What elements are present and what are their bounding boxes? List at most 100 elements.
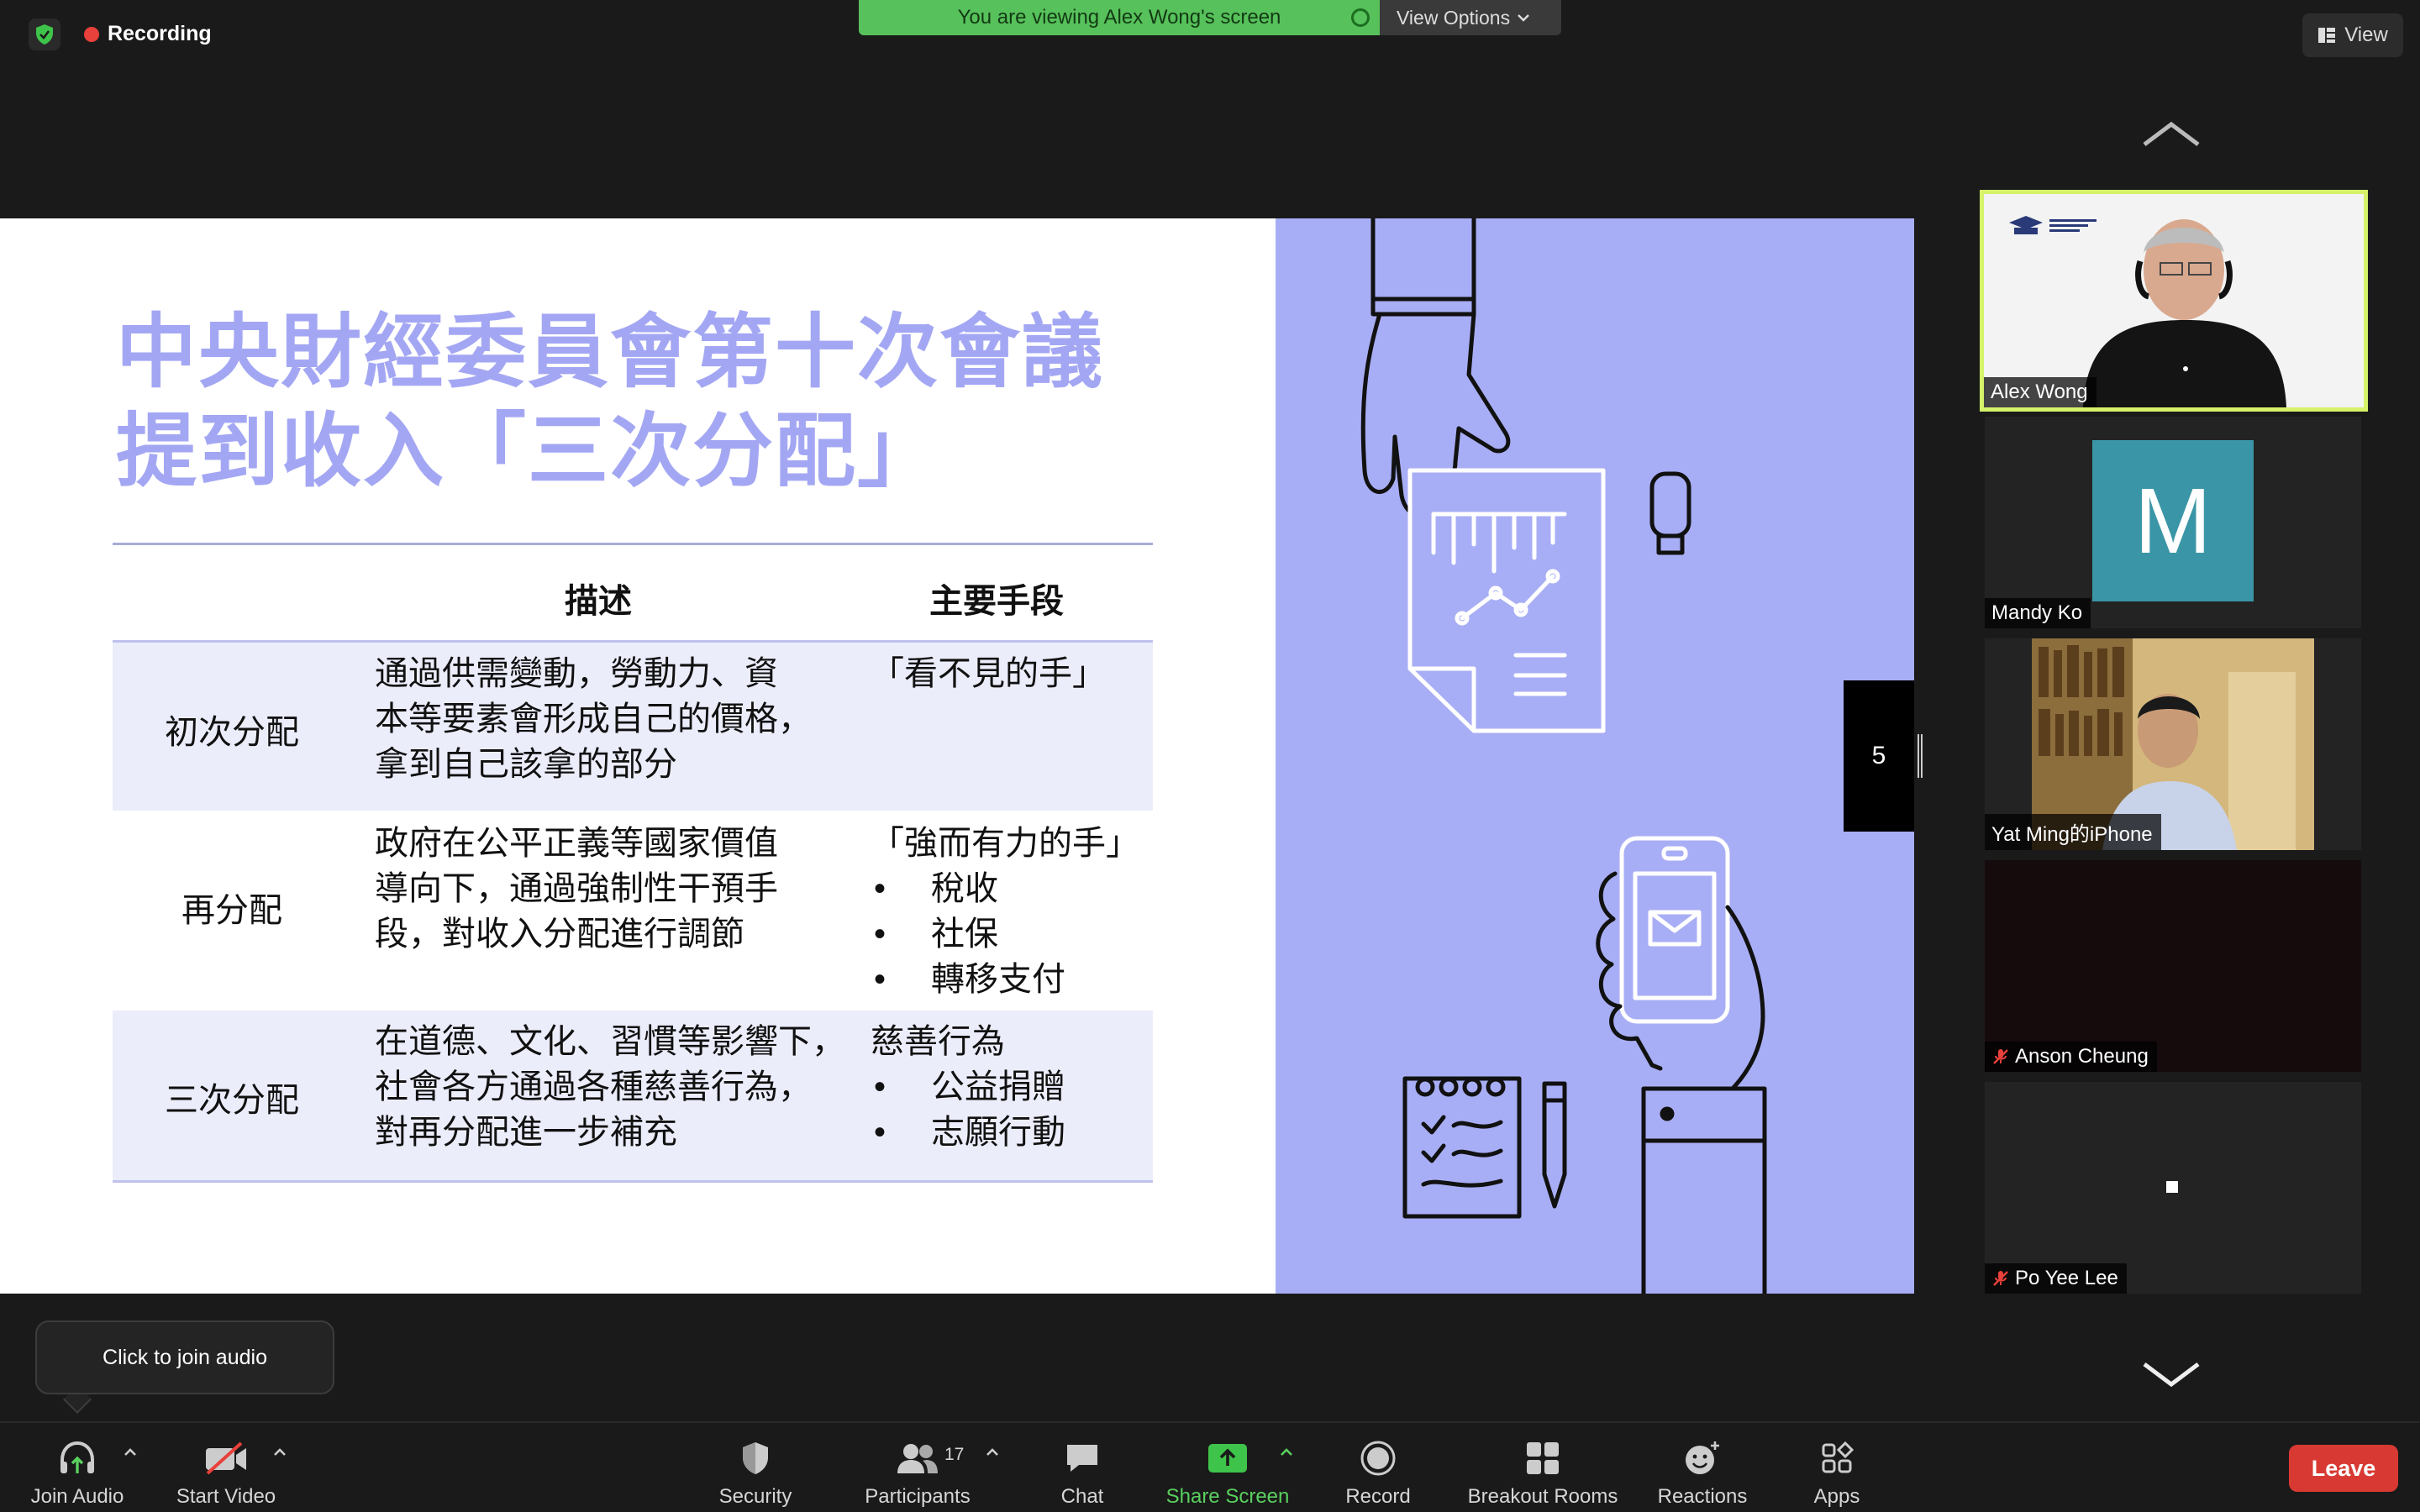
view-layout-button[interactable]: View (2302, 13, 2403, 57)
viewing-banner-text: You are viewing Alex Wong's screen (957, 6, 1281, 29)
means-bullet: • 志願行動 (871, 1110, 1156, 1155)
row-means: 「看不見的手」 (871, 651, 1156, 696)
bullet-text: 公益捐贈 (931, 1068, 1065, 1105)
bullet-mark: • (874, 1114, 886, 1151)
means-bullet: • 社保 (871, 911, 1156, 957)
table-row: 三次分配 在道德、文化、習慣等影響下， 社會各方通過各種慈善行為， 對再分配進一… (113, 1011, 1153, 1180)
share-screen-button[interactable]: Share Screen (1160, 1431, 1296, 1509)
means-title: 「強而有力的手」 (871, 825, 1139, 862)
gallery-resize-handle[interactable] (1918, 734, 1923, 778)
row-label: 再分配 (182, 892, 282, 929)
row-label: 初次分配 (165, 714, 299, 751)
bullet-text: 稅收 (931, 870, 998, 907)
join-audio-button[interactable]: Join Audio (25, 1431, 129, 1509)
participant-name-tag: Yat Ming的iPhone (1985, 814, 2161, 850)
illustration-panel (1276, 218, 1914, 1294)
gallery-scroll-up-icon[interactable] (2141, 118, 2202, 151)
chat-button[interactable]: Chat (1049, 1431, 1116, 1509)
table-row: 初次分配 通過供需變動，勞動力、資 本等要素會形成自己的價格， 拿到自己該拿的部… (113, 643, 1153, 811)
video-tile-po-yee-lee[interactable]: Po Yee Lee (1985, 1082, 2361, 1294)
desc-line: 社會各方通過各種慈善行為， (375, 1068, 812, 1105)
breakout-rooms-button[interactable]: Breakout Rooms (1460, 1431, 1625, 1509)
microphone-muted-icon (1993, 1271, 2008, 1286)
recording-indicator[interactable]: Recording (84, 22, 212, 46)
apps-button[interactable]: Apps (1802, 1431, 1872, 1509)
view-options-label: View Options (1397, 6, 1511, 29)
leave-button[interactable]: Leave (2289, 1445, 2398, 1492)
reactions-label: Reactions (1657, 1485, 1748, 1508)
participants-button[interactable]: Participants (859, 1431, 976, 1509)
shield-icon (732, 1436, 779, 1480)
participants-options-caret-icon[interactable] (983, 1443, 1002, 1462)
header-main-means: 主要手段 (929, 583, 1064, 620)
bullet-mark: • (874, 1068, 886, 1105)
start-video-label: Start Video (176, 1485, 276, 1508)
desc-line: 段，對收入分配進行調節 (375, 916, 744, 953)
participant-video (1984, 194, 2364, 407)
shared-screen-slide: 中央財經委員會第十次會議 提到收入「三次分配」 描述 主要手段 初次分配 通過供… (0, 218, 1914, 1294)
video-tile-mandy-ko[interactable]: M Mandy Ko (1985, 417, 2361, 628)
viewing-screen-banner: You are viewing Alex Wong's screen (859, 0, 1380, 35)
apps-label: Apps (1813, 1485, 1860, 1508)
recording-label: Recording (108, 22, 212, 45)
table-row: 再分配 政府在公平正義等國家價值 導向下，通過強制性干預手 段，對收入分配進行調… (113, 811, 1153, 1011)
row-description: 政府在公平正義等國家價值 導向下，通過強制性干預手 段，對收入分配進行調節 (375, 821, 862, 957)
participant-name: Po Yee Lee (2015, 1267, 2118, 1289)
participant-name-tag: Alex Wong (1984, 377, 2096, 407)
view-options-button[interactable]: View Options (1380, 0, 1561, 35)
avatar: M (2092, 440, 2254, 601)
video-tile-anson-cheung[interactable]: Anson Cheung (1985, 860, 2361, 1072)
desc-line: 在道德、文化、習慣等影響下， (375, 1023, 845, 1060)
start-video-button[interactable]: Start Video (168, 1431, 284, 1509)
participant-name-tag: Anson Cheung (1985, 1042, 2157, 1072)
breakout-rooms-grid-icon (1519, 1436, 1566, 1480)
participant-name: Alex Wong (1991, 381, 2088, 403)
gallery-scroll-down-icon[interactable] (2141, 1357, 2202, 1391)
desc-line: 對再分配進一步補充 (375, 1114, 677, 1151)
participant-name-tag: Mandy Ko (1985, 598, 2091, 628)
reactions-button[interactable]: Reactions (1652, 1431, 1753, 1509)
bullet-mark: • (874, 961, 886, 998)
slide-title: 中央財經委員會第十次會議 提到收入「三次分配」 (116, 302, 1104, 501)
bullet-text: 志願行動 (931, 1114, 1065, 1151)
participants-label: Participants (865, 1485, 971, 1508)
video-options-caret-icon[interactable] (271, 1443, 289, 1462)
participant-name: Mandy Ko (1991, 601, 2083, 624)
gallery-layout-icon (2318, 28, 2336, 43)
security-button[interactable]: Security (711, 1431, 800, 1509)
record-button[interactable]: Record (1338, 1431, 1418, 1509)
table-bottom-rule (113, 1180, 1153, 1183)
video-tile-alex-wong[interactable]: Alex Wong (1980, 190, 2368, 412)
security-shield-icon[interactable] (29, 18, 60, 50)
breakout-rooms-label: Breakout Rooms (1467, 1485, 1618, 1508)
slide-title-line-2: 提到收入「三次分配」 (116, 404, 939, 498)
chat-bubble-icon (1059, 1436, 1106, 1480)
headphones-icon (54, 1436, 101, 1480)
row-description: 通過供需變動，勞動力、資 本等要素會形成自己的價格， 拿到自己該拿的部分 (375, 651, 862, 787)
chevron-down-icon (1518, 14, 1529, 22)
bullet-mark: • (874, 870, 886, 907)
view-label: View (2344, 24, 2388, 46)
slide-title-line-1: 中央財經委員會第十次會議 (116, 305, 1104, 399)
join-audio-label: Join Audio (30, 1485, 124, 1508)
bullet-mark: • (874, 916, 886, 953)
record-icon (1355, 1436, 1402, 1480)
desc-line: 拿到自己該拿的部分 (375, 746, 677, 783)
header-description: 描述 (565, 583, 632, 620)
smiley-plus-icon (1679, 1436, 1726, 1480)
share-options-caret-icon[interactable] (1277, 1443, 1296, 1462)
audio-options-caret-icon[interactable] (121, 1443, 139, 1462)
means-bullet: • 稅收 (871, 866, 1156, 911)
desc-line: 本等要素會形成自己的價格， (375, 701, 812, 738)
join-audio-tooltip[interactable]: Click to join audio (35, 1320, 334, 1394)
apps-icon (1813, 1436, 1860, 1480)
participant-name-tag: Po Yee Lee (1985, 1263, 2127, 1294)
share-screen-label: Share Screen (1165, 1485, 1290, 1508)
recording-dot-icon (84, 26, 99, 42)
security-label: Security (718, 1485, 792, 1508)
share-status-icon (1351, 8, 1370, 27)
row-means: 「強而有力的手」 • 稅收 • 社保 • 轉移支付 (871, 821, 1156, 1002)
participant-name: Yat Ming的iPhone (1991, 823, 2153, 846)
share-screen-icon (1204, 1436, 1251, 1480)
video-tile-yat-ming-iphone[interactable]: Yat Ming的iPhone (1985, 638, 2361, 850)
